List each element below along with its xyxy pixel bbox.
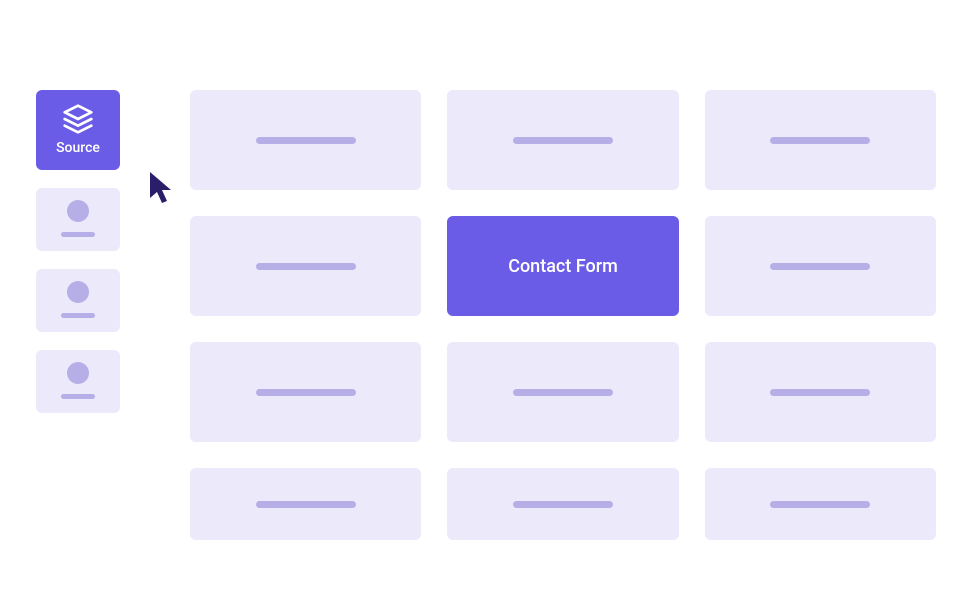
card-item[interactable] (447, 342, 678, 442)
card-placeholder (770, 501, 870, 508)
avatar-placeholder-bar (61, 394, 95, 399)
card-item[interactable] (705, 90, 936, 190)
card-grid: Contact Form (190, 90, 936, 540)
card-placeholder (770, 263, 870, 270)
card-placeholder (770, 389, 870, 396)
sidebar-item-source[interactable]: Source (36, 90, 120, 170)
card-item[interactable] (190, 342, 421, 442)
card-placeholder (770, 137, 870, 144)
avatar-icon (67, 200, 89, 222)
card-placeholder (256, 389, 356, 396)
avatar-icon (67, 281, 89, 303)
avatar-placeholder-bar (61, 232, 95, 237)
card-placeholder (513, 137, 613, 144)
card-item[interactable] (705, 468, 936, 540)
card-placeholder (256, 501, 356, 508)
card-contact-form[interactable]: Contact Form (447, 216, 678, 316)
card-placeholder (256, 263, 356, 270)
cursor-icon (148, 170, 174, 206)
card-placeholder (513, 389, 613, 396)
card-item[interactable] (190, 216, 421, 316)
card-label: Contact Form (508, 256, 618, 277)
card-item[interactable] (190, 468, 421, 540)
layers-icon (61, 102, 95, 136)
sidebar-item-user-3[interactable] (36, 350, 120, 413)
card-item[interactable] (705, 216, 936, 316)
sidebar-item-user-2[interactable] (36, 269, 120, 332)
card-item[interactable] (447, 468, 678, 540)
card-item[interactable] (190, 90, 421, 190)
sidebar-item-user-1[interactable] (36, 188, 120, 251)
sidebar-item-label: Source (56, 140, 100, 156)
card-placeholder (256, 137, 356, 144)
card-placeholder (513, 501, 613, 508)
avatar-placeholder-bar (61, 313, 95, 318)
avatar-icon (67, 362, 89, 384)
card-item[interactable] (705, 342, 936, 442)
sidebar: Source (36, 90, 120, 413)
card-item[interactable] (447, 90, 678, 190)
